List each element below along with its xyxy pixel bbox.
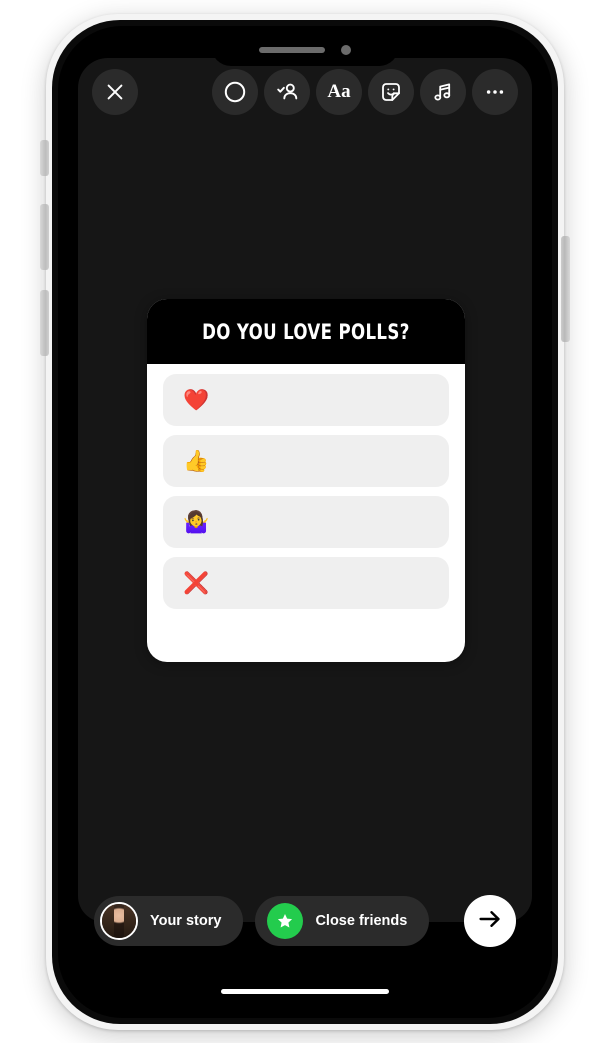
cross-mark-icon: ❌ [183, 570, 210, 595]
phone-screen: DO YOU LOVE POLLS? ❤️ 👍 🤷‍♀️ ❌ [78, 34, 532, 1010]
front-camera-icon [341, 45, 351, 55]
avatar-hair-right [124, 904, 136, 938]
create-mode-button[interactable] [212, 69, 258, 115]
music-button[interactable] [420, 69, 466, 115]
tag-people-button[interactable] [264, 69, 310, 115]
poll-option-shrug[interactable]: 🤷‍♀️ [163, 496, 449, 548]
shrug-icon: 🤷‍♀️ [183, 509, 210, 534]
sticker-smiley-icon [379, 80, 403, 104]
your-story-button[interactable]: Your story [94, 896, 244, 946]
person-check-icon [275, 80, 299, 104]
stickers-button[interactable] [368, 69, 414, 115]
circle-icon [223, 80, 247, 104]
close-icon [104, 81, 126, 103]
close-friends-button[interactable]: Close friends [255, 896, 430, 946]
poll-question: DO YOU LOVE POLLS? [202, 319, 410, 344]
power-button[interactable] [561, 236, 570, 342]
avatar-hair-left [102, 904, 114, 938]
home-indicator[interactable] [221, 989, 389, 994]
notch [211, 34, 399, 66]
your-story-label: Your story [150, 913, 222, 929]
story-bottom-bar: Your story Close friends [78, 890, 532, 952]
poll-options-list: ❤️ 👍 🤷‍♀️ ❌ [147, 364, 465, 621]
avatar [100, 902, 138, 940]
star-icon [267, 903, 304, 939]
thumbs-up-icon: 👍 [183, 448, 210, 473]
music-note-icon [431, 80, 455, 104]
heart-icon: ❤️ [183, 387, 210, 412]
earpiece-speaker-icon [259, 47, 325, 53]
poll-option-thumbs-up[interactable]: 👍 [163, 435, 449, 487]
send-button[interactable] [464, 895, 516, 947]
close-button[interactable] [92, 69, 138, 115]
story-toolbar: Aa [78, 64, 532, 120]
poll-header: DO YOU LOVE POLLS? [147, 299, 465, 364]
poll-sticker[interactable]: DO YOU LOVE POLLS? ❤️ 👍 🤷‍♀️ ❌ [147, 299, 465, 662]
ellipsis-icon [483, 80, 507, 104]
screenshot-stage: DO YOU LOVE POLLS? ❤️ 👍 🤷‍♀️ ❌ [0, 0, 610, 1043]
arrow-right-icon [477, 906, 503, 937]
close-friends-label: Close friends [315, 913, 408, 929]
poll-option-heart[interactable]: ❤️ [163, 374, 449, 426]
silent-switch-button[interactable] [40, 140, 49, 176]
poll-option-cross-mark[interactable]: ❌ [163, 557, 449, 609]
volume-down-button[interactable] [40, 290, 49, 356]
volume-up-button[interactable] [40, 204, 49, 270]
text-aa-icon: Aa [327, 81, 351, 102]
more-options-button[interactable] [472, 69, 518, 115]
text-button[interactable]: Aa [316, 69, 362, 115]
story-canvas[interactable]: DO YOU LOVE POLLS? ❤️ 👍 🤷‍♀️ ❌ [78, 58, 532, 922]
